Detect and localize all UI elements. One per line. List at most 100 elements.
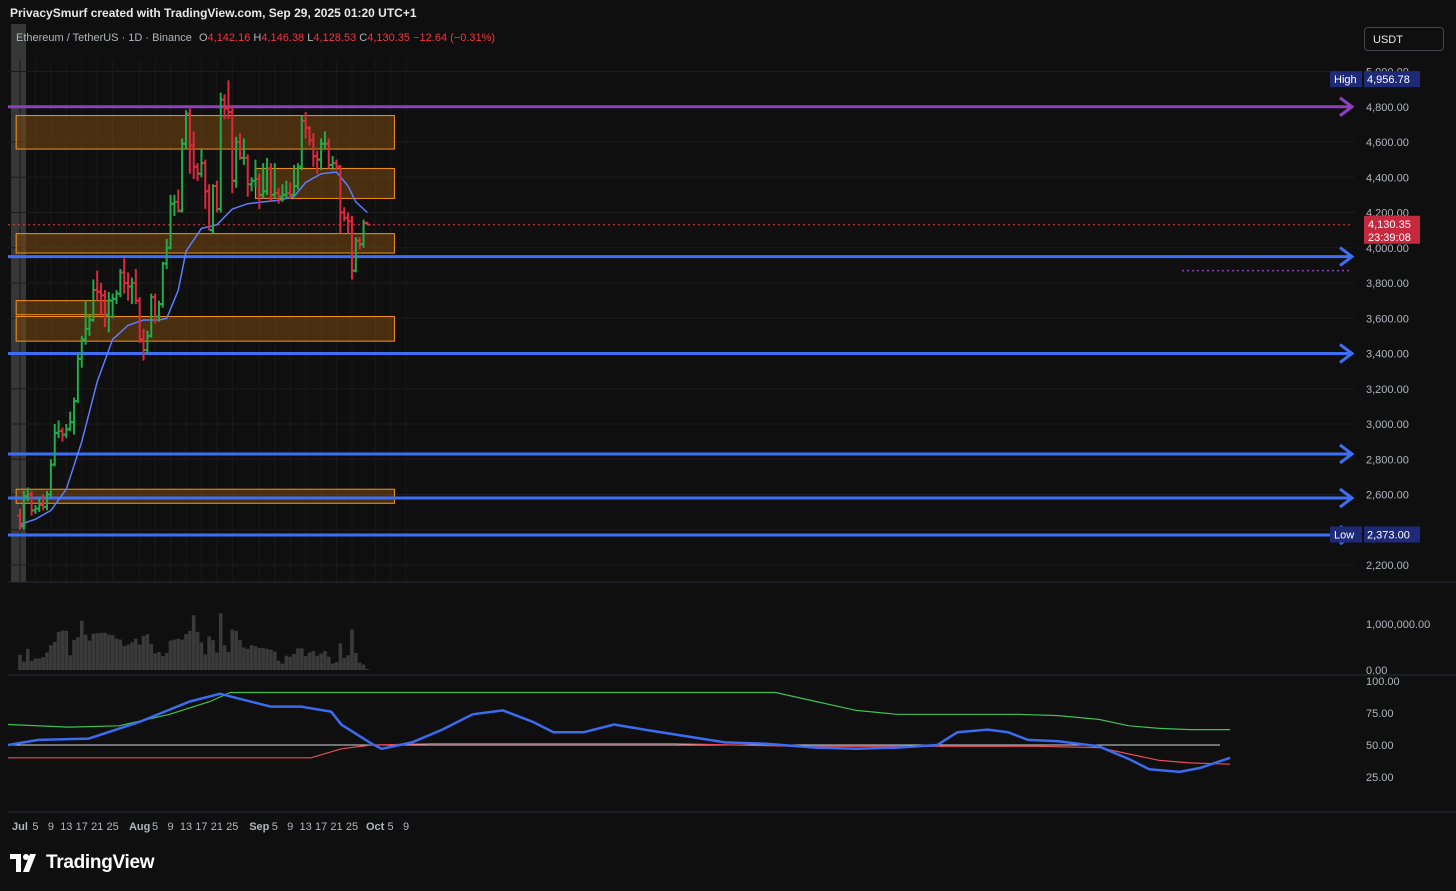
volume-bar (79, 620, 84, 670)
price-axis-label: 4,400.00 (1366, 172, 1409, 184)
volume-bar (103, 632, 107, 670)
volume-bar (207, 636, 211, 670)
volume-bar (327, 656, 331, 670)
volume-bar (257, 647, 262, 670)
volume-bar (226, 652, 231, 670)
price-axis-label: 3,200.00 (1366, 384, 1409, 396)
price-axis-label: 2,800.00 (1366, 454, 1409, 466)
tradingview-logo-icon (10, 854, 36, 872)
currency-button[interactable]: USDT (1364, 27, 1444, 51)
volume-bar (118, 639, 123, 670)
date-axis-label: 21 (91, 821, 103, 833)
price-axis-label: 4,600.00 (1366, 137, 1409, 149)
date-axis-label: 9 (48, 821, 54, 833)
volume-bar (272, 651, 277, 670)
volume-bar (292, 653, 296, 670)
price-axis-label: 2,200.00 (1366, 560, 1409, 572)
date-axis-label: Aug (129, 821, 150, 833)
volume-bar (280, 663, 285, 670)
volume-bar (319, 653, 323, 670)
volume-bar (315, 655, 320, 670)
volume-bar (130, 642, 134, 670)
date-axis-label: 5 (387, 821, 393, 833)
volume-bar (91, 633, 96, 670)
volume-bar (25, 648, 30, 670)
volume-bar (346, 655, 350, 670)
volume-bar (242, 647, 246, 670)
volume-bar (342, 658, 347, 670)
volume-bar (307, 652, 312, 670)
bottom-bar (0, 840, 1456, 891)
date-axis-label: 9 (403, 821, 409, 833)
price-axis-label: 3,800.00 (1366, 278, 1409, 290)
date-axis-label: 17 (195, 821, 207, 833)
volume-bar (253, 646, 258, 670)
close-value: 4,130.35 (367, 32, 411, 44)
volume-bar (188, 630, 192, 670)
tradingview-logo[interactable]: TradingView (10, 852, 155, 874)
volume-bar (238, 640, 242, 670)
volume-bar (137, 644, 142, 670)
volume-bar (330, 663, 335, 670)
date-axis-label: Jul (12, 821, 28, 833)
volume-bar (22, 661, 26, 670)
price-zone (15, 488, 395, 504)
volume-bar (134, 638, 138, 670)
high-tag: High 4,956.78 (1330, 71, 1420, 88)
price-axis-label: 4,000.00 (1366, 243, 1409, 255)
date-axis-label: 13 (180, 821, 192, 833)
volume-bar (334, 662, 339, 670)
volume-bar (164, 652, 169, 670)
volume-bar (276, 660, 281, 670)
open-label: O (198, 32, 208, 44)
price-axis-label: 2,600.00 (1366, 490, 1409, 502)
date-axis-label: 13 (300, 821, 312, 833)
chart-window: PrivacySmurf created with TradingView.co… (0, 0, 1456, 891)
date-axis-label: 5 (152, 821, 158, 833)
low-value: 4,128.53 (313, 32, 357, 44)
date-axis-label: 9 (167, 821, 173, 833)
volume-bar (87, 640, 92, 670)
date-axis-label: 9 (287, 821, 293, 833)
volume-bar (76, 637, 80, 670)
volume-bar (184, 634, 188, 670)
volume-bar (64, 630, 69, 670)
volume-bar (37, 658, 42, 670)
volume-bar (33, 658, 38, 670)
volume-bar (106, 634, 111, 670)
volume-bar (95, 633, 99, 670)
volume-bar (222, 645, 227, 670)
volume-bar (18, 654, 22, 670)
volume-bar (203, 654, 208, 670)
volume-bar (45, 652, 49, 670)
volume-bar (29, 660, 34, 670)
tradingview-logo-text: TradingView (46, 852, 155, 873)
volume-bar (126, 644, 130, 670)
volume-bar (157, 652, 161, 670)
volume-bar (153, 653, 157, 670)
date-axis-label: 5 (272, 821, 278, 833)
volume-bar (161, 656, 165, 670)
price-zone (15, 233, 395, 254)
rsi-axis-label: 25.00 (1366, 772, 1394, 784)
change-value: −12.64 (−0.31%) (413, 32, 496, 44)
rsi-axis-label: 100.00 (1366, 676, 1400, 688)
chart-canvas[interactable]: 0.001,000,000.00 25.0050.0075.00100.00 2… (0, 24, 1456, 840)
date-axis-label: 21 (330, 821, 342, 833)
volume-bar (234, 630, 238, 670)
volume-bar (72, 640, 76, 670)
volume-bar (60, 630, 65, 670)
price-axis-label: 3,400.00 (1366, 349, 1409, 361)
date-axis-label: 5 (32, 821, 38, 833)
volume-bar (215, 652, 219, 670)
price-zone (15, 300, 110, 316)
volume-bar (249, 645, 254, 670)
volume-bar (176, 638, 181, 670)
date-axis-label: 25 (346, 821, 358, 833)
volume-bar (357, 662, 362, 670)
volume-bar (311, 651, 316, 670)
low-tag-label: Low (1334, 530, 1354, 542)
volume-bar (265, 648, 269, 670)
volume-bar (299, 648, 304, 670)
price-axis-label: 3,600.00 (1366, 313, 1409, 325)
